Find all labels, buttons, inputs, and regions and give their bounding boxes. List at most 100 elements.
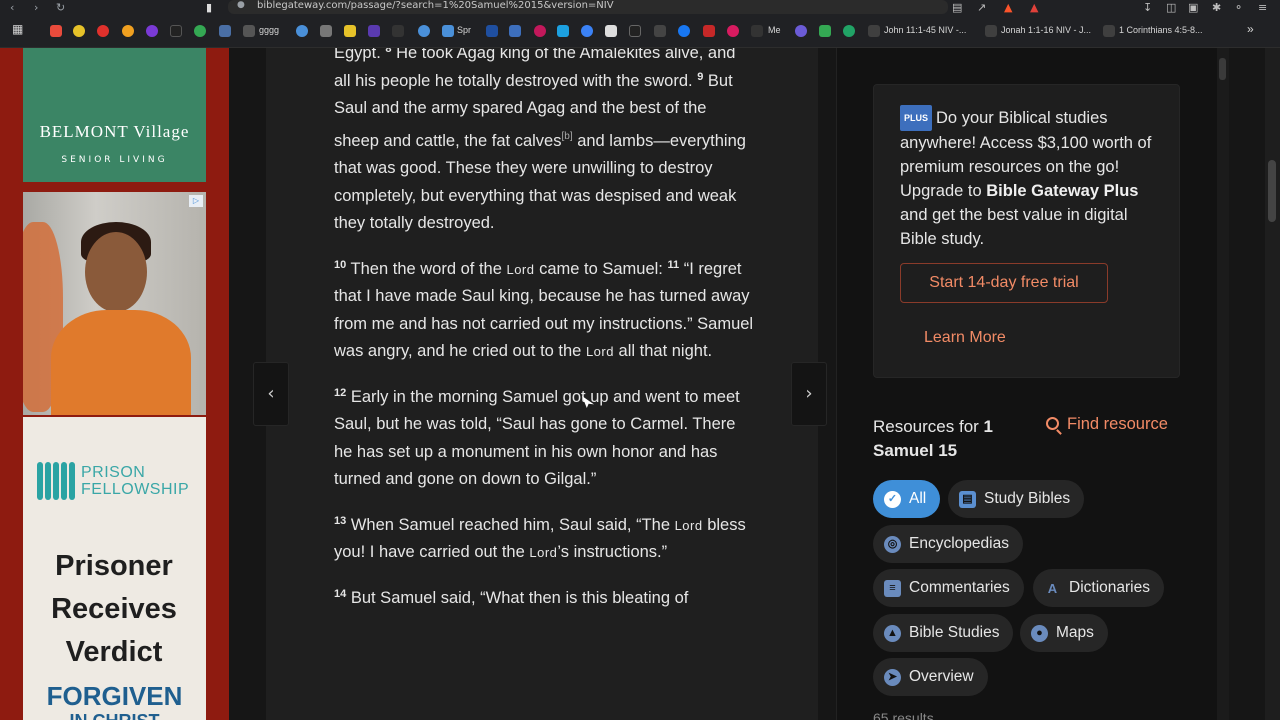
bookmark-icon[interactable] bbox=[581, 25, 593, 37]
resources-title: Resources for 1 Samuel 15 bbox=[873, 417, 994, 460]
browser-toolbar: ‹ › ↻ ▮ ● biblegateway.com/passage/?sear… bbox=[0, 0, 1280, 16]
filter-chip-dictionaries[interactable]: A Dictionaries bbox=[1033, 569, 1164, 607]
filter-chip-all[interactable]: ✓ All bbox=[873, 480, 941, 518]
bookmark-icon[interactable] bbox=[73, 25, 85, 37]
plus-badge: PLUS bbox=[900, 105, 933, 131]
learn-more-link[interactable]: Learn More bbox=[924, 329, 1006, 347]
filter-chip-overview[interactable]: ➤ Overview bbox=[873, 658, 988, 696]
globe-icon: ◎ bbox=[884, 536, 901, 553]
bookmark-icon[interactable] bbox=[320, 25, 332, 37]
bookmark-icon[interactable] bbox=[629, 25, 641, 37]
sidebar-icon[interactable]: ◫ bbox=[1166, 1, 1176, 14]
bookmark-icon[interactable] bbox=[509, 25, 521, 37]
bookmark-icon[interactable] bbox=[392, 25, 404, 37]
ad-photo-face bbox=[85, 232, 147, 312]
bookmark-icon[interactable] bbox=[50, 25, 62, 37]
bookmark-jonah[interactable]: Jonah 1:1-16 NIV - J... bbox=[1001, 25, 1091, 35]
verse-number: 10 bbox=[334, 258, 347, 271]
bookmark-icon[interactable] bbox=[368, 25, 380, 37]
address-bar[interactable]: ● biblegateway.com/passage/?search=1%20S… bbox=[228, 0, 948, 14]
study-icon: ▲ bbox=[884, 625, 901, 642]
bookmark-spr[interactable]: Spr bbox=[457, 25, 471, 35]
bookmark-icon[interactable] bbox=[296, 25, 308, 37]
bookmark-icon[interactable] bbox=[344, 25, 356, 37]
bookmark-icon[interactable] bbox=[557, 25, 569, 37]
bookmark-icon[interactable] bbox=[442, 25, 454, 37]
verse-number: 12 bbox=[334, 386, 347, 399]
extensions-icon[interactable]: ✱ bbox=[1212, 1, 1221, 14]
filter-chip-study-bibles[interactable]: ▤ Study Bibles bbox=[948, 480, 1085, 518]
map-icon: ● bbox=[1031, 625, 1048, 642]
bookmark-icon[interactable] bbox=[170, 25, 182, 37]
apps-icon[interactable]: ▦ bbox=[12, 22, 23, 36]
adchoices-icon[interactable]: ▷ bbox=[189, 195, 203, 207]
next-chapter-icon[interactable]: › bbox=[791, 362, 827, 426]
bookmark-icon[interactable] bbox=[486, 25, 498, 37]
paragraph: 13 When Samuel reached him, Saul said, “… bbox=[334, 514, 746, 561]
belmont-tagline: SENIOR LIVING bbox=[61, 155, 168, 165]
filter-chip-commentaries[interactable]: ≡ Commentaries bbox=[873, 569, 1024, 607]
small-caps-lord: Lord bbox=[506, 261, 535, 277]
bookmark-icon[interactable] bbox=[795, 25, 807, 37]
bookmark-icon[interactable] bbox=[843, 25, 855, 37]
bookmark-icon[interactable] bbox=[219, 25, 231, 37]
wallet-icon[interactable]: ▣ bbox=[1188, 1, 1198, 14]
prison-fellowship-ad[interactable]: PRISON FELLOWSHIP Prisoner Receives Verdi… bbox=[23, 417, 206, 720]
vpn-icon[interactable]: ⚬ bbox=[1234, 1, 1243, 14]
bookmark-icon[interactable] bbox=[418, 25, 430, 37]
bookmark-icon[interactable] bbox=[819, 25, 831, 37]
small-caps-lord: Lord bbox=[674, 517, 703, 533]
bookmark-icon[interactable] bbox=[654, 25, 666, 37]
prev-chapter-icon[interactable]: ‹ bbox=[253, 362, 289, 426]
reload-icon[interactable]: ↻ bbox=[56, 1, 65, 14]
footnote-link[interactable]: [b] bbox=[561, 131, 572, 142]
bookmark-john[interactable]: John 11:1-45 NIV -... bbox=[884, 25, 966, 35]
bookmark-icon[interactable]: ▮ bbox=[206, 1, 212, 14]
compass-icon: ➤ bbox=[884, 669, 901, 686]
brave-icon[interactable]: ▲ bbox=[1004, 1, 1012, 14]
bookmark-icon[interactable] bbox=[751, 25, 763, 37]
check-icon: ✓ bbox=[884, 491, 901, 508]
filter-chip-maps[interactable]: ● Maps bbox=[1020, 614, 1108, 652]
start-trial-button[interactable]: Start 14-day free trial bbox=[900, 263, 1108, 303]
forward-icon[interactable]: › bbox=[34, 1, 38, 14]
scrollbar-thumb[interactable] bbox=[1268, 160, 1276, 222]
results-count: 65 results bbox=[873, 710, 934, 720]
pf-name: PRISON FELLOWSHIP bbox=[81, 464, 190, 498]
page-scrollbar[interactable] bbox=[1265, 48, 1280, 720]
bookmark-icon[interactable] bbox=[97, 25, 109, 37]
menu-icon[interactable]: ≡ bbox=[1258, 1, 1267, 14]
scrollbar-thumb[interactable] bbox=[1219, 58, 1226, 80]
back-icon[interactable]: ‹ bbox=[10, 1, 14, 14]
bookmark-icon[interactable] bbox=[868, 25, 880, 37]
bookmark-icon[interactable] bbox=[122, 25, 134, 37]
overflow-chevron-icon[interactable]: » bbox=[1247, 22, 1254, 36]
bookmark-icon[interactable] bbox=[534, 25, 546, 37]
bookmark-icon[interactable] bbox=[146, 25, 158, 37]
share-icon[interactable]: ↗ bbox=[977, 1, 986, 14]
bookmark-icon[interactable] bbox=[985, 25, 997, 37]
find-resource-link[interactable]: Find resource bbox=[1046, 415, 1168, 434]
bookmark-me[interactable]: Me bbox=[768, 25, 781, 35]
filter-chip-bible-studies[interactable]: ▲ Bible Studies bbox=[873, 614, 1014, 652]
bookmark-icon[interactable] bbox=[243, 25, 255, 37]
filter-chip-encyclopedias[interactable]: ◎ Encyclopedias bbox=[873, 525, 1023, 563]
sidebar-scrollbar[interactable] bbox=[1217, 48, 1229, 720]
book-icon: ▤ bbox=[959, 491, 976, 508]
bookmark-icon[interactable] bbox=[703, 25, 715, 37]
verse-number: 13 bbox=[334, 514, 347, 527]
photo-ad[interactable]: ▷ bbox=[23, 192, 206, 415]
url-text: biblegateway.com/passage/?search=1%20Sam… bbox=[257, 0, 614, 11]
reader-icon[interactable]: ▤ bbox=[952, 1, 962, 14]
bookmark-icon[interactable] bbox=[194, 25, 206, 37]
bookmark-icon[interactable] bbox=[605, 25, 617, 37]
belmont-ad[interactable]: BELMONT Village SENIOR LIVING bbox=[23, 48, 206, 182]
bookmark-gggg[interactable]: gggg bbox=[259, 25, 279, 35]
rewards-icon[interactable]: ▲ bbox=[1030, 1, 1038, 14]
lock-icon: ● bbox=[237, 0, 245, 10]
bookmark-icon[interactable] bbox=[1103, 25, 1115, 37]
download-icon[interactable]: ↧ bbox=[1143, 1, 1152, 14]
bookmark-icon[interactable] bbox=[727, 25, 739, 37]
bookmark-icon[interactable] bbox=[678, 25, 690, 37]
bookmark-corinthians[interactable]: 1 Corinthians 4:5-8... bbox=[1119, 25, 1203, 35]
